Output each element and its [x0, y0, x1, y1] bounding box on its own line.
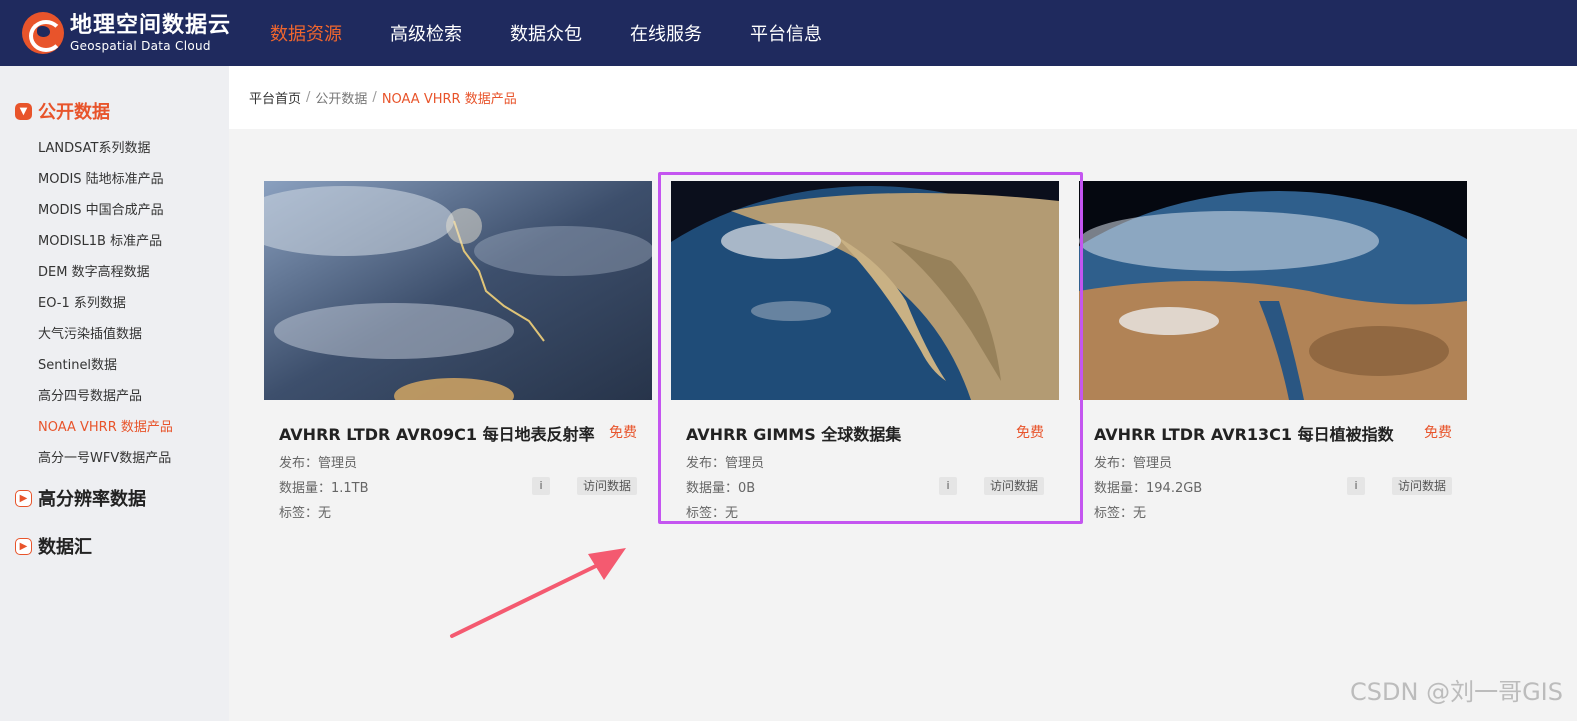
chevron-right-icon: ▶ [15, 537, 32, 555]
sidebar-group-data-hub[interactable]: ▶ 数据汇 [15, 533, 92, 559]
nav-online-services[interactable]: 在线服务 [630, 20, 702, 46]
logo-subtitle: Geospatial Data Cloud [70, 39, 211, 53]
sidebar: ▼ 公开数据 LANDSAT系列数据 MODIS 陆地标准产品 MODIS 中国… [0, 66, 229, 721]
sidebar-group-label: 高分辨率数据 [38, 489, 146, 510]
watermark: CSDN @刘一哥GIS [1350, 678, 1563, 706]
dataset-title[interactable]: AVHRR LTDR AVR13C1 每日植被指数 [1094, 421, 1394, 445]
nav-crowdsourcing[interactable]: 数据众包 [510, 20, 582, 46]
sidebar-item-noaa-vhrr[interactable]: NOAA VHRR 数据产品 [38, 417, 173, 448]
sidebar-group-public-data[interactable]: ▼ 公开数据 [15, 98, 110, 124]
price-badge: 免费 [1424, 425, 1452, 441]
nav-advanced-search[interactable]: 高级检索 [390, 20, 462, 46]
dataset-volume: 数据量：1.1TB [279, 481, 369, 496]
sidebar-group-high-resolution[interactable]: ▶ 高分辨率数据 [15, 485, 146, 511]
info-icon[interactable]: i [1347, 477, 1365, 495]
info-icon[interactable]: i [532, 477, 550, 495]
sidebar-group-label: 数据汇 [38, 537, 92, 558]
price-badge: 免费 [609, 425, 637, 441]
visit-data-button[interactable]: 访问数据 [1391, 477, 1452, 495]
sidebar-item-dem[interactable]: DEM 数字高程数据 [38, 262, 173, 293]
dataset-tags: 标签：无 [1094, 506, 1147, 521]
nav-data-resources[interactable]: 数据资源 [270, 20, 342, 46]
dataset-thumbnail[interactable] [1079, 181, 1467, 400]
logo-title: 地理空间数据云 [70, 13, 232, 38]
top-navbar: 地理空间数据云 Geospatial Data Cloud 数据资源 高级检索 … [0, 0, 1577, 66]
dataset-card[interactable]: AVHRR LTDR AVR09C1 每日地表反射率 免费 发布：管理员 数据量… [264, 181, 652, 521]
site-logo[interactable]: 地理空间数据云 Geospatial Data Cloud [22, 12, 231, 54]
dataset-thumbnail[interactable] [264, 181, 652, 400]
dataset-publisher: 发布：管理员 [1094, 456, 1173, 471]
sidebar-item-modisl1b[interactable]: MODISL1B 标准产品 [38, 231, 173, 262]
main-nav: 数据资源 高级检索 数据众包 在线服务 平台信息 [270, 0, 870, 66]
sidebar-item-eo1[interactable]: EO-1 系列数据 [38, 293, 173, 324]
arrow-icon [450, 548, 626, 638]
sidebar-item-gf1-wfv[interactable]: 高分一号WFV数据产品 [38, 448, 173, 479]
sidebar-item-modis-land[interactable]: MODIS 陆地标准产品 [38, 169, 173, 200]
visit-data-button[interactable]: 访问数据 [576, 477, 637, 495]
breadcrumb-public-data[interactable]: 公开数据 [315, 88, 367, 107]
dataset-volume: 数据量：194.2GB [1094, 481, 1203, 496]
sidebar-item-sentinel[interactable]: Sentinel数据 [38, 355, 173, 386]
dataset-publisher: 发布：管理员 [279, 456, 358, 471]
sidebar-item-landsat[interactable]: LANDSAT系列数据 [38, 138, 173, 169]
sidebar-item-modis-china[interactable]: MODIS 中国合成产品 [38, 200, 173, 231]
dataset-title[interactable]: AVHRR LTDR AVR09C1 每日地表反射率 [279, 421, 595, 445]
sidebar-item-gf4[interactable]: 高分四号数据产品 [38, 386, 173, 417]
breadcrumb-current: NOAA VHRR 数据产品 [381, 92, 517, 107]
nav-platform-info[interactable]: 平台信息 [750, 20, 822, 46]
sidebar-group-label: 公开数据 [38, 102, 110, 123]
breadcrumb: 平台首页 / 公开数据 / NOAA VHRR 数据产品 [229, 66, 1577, 129]
chevron-right-icon: ▶ [15, 489, 32, 507]
breadcrumb-home[interactable]: 平台首页 [249, 88, 301, 107]
chevron-down-icon: ▼ [15, 102, 32, 120]
globe-logo-icon [22, 12, 64, 54]
dataset-tags: 标签：无 [279, 506, 332, 521]
sidebar-item-air-pollution[interactable]: 大气污染插值数据 [38, 324, 173, 355]
highlight-box [658, 172, 1083, 524]
dataset-card[interactable]: AVHRR LTDR AVR13C1 每日植被指数 免费 发布：管理员 数据量：… [1079, 181, 1467, 521]
sidebar-sublist: LANDSAT系列数据 MODIS 陆地标准产品 MODIS 中国合成产品 MO… [38, 138, 173, 479]
